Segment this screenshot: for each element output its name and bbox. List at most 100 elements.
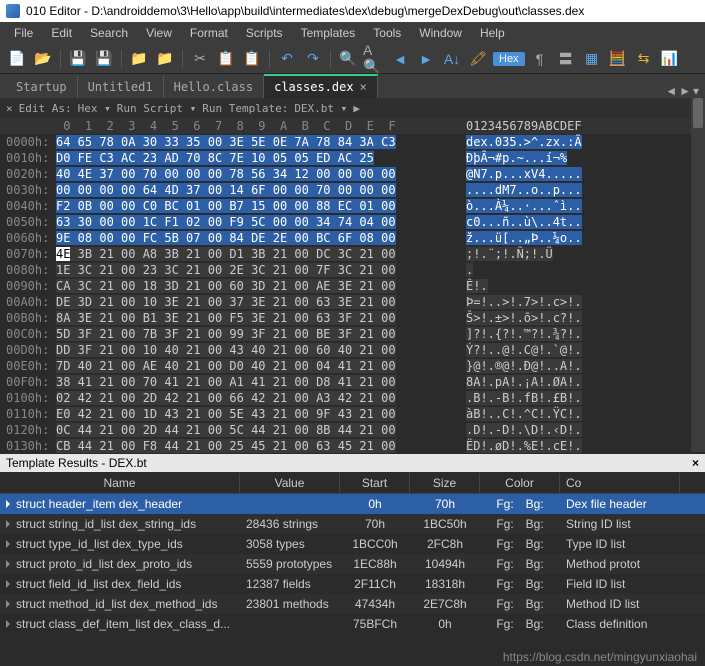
open-icon[interactable]: 📂 <box>32 48 54 70</box>
edit-as-value[interactable]: Hex ▾ <box>78 102 111 115</box>
result-row[interactable]: struct proto_id_list dex_proto_ids5559 p… <box>0 554 705 574</box>
run-template-icon[interactable]: ▶ <box>353 102 360 115</box>
run-script-label[interactable]: Run Script ▾ <box>117 102 196 115</box>
hist-icon[interactable]: 📊 <box>659 48 681 70</box>
hex-row[interactable]: 0120h:0C 44 21 00 2D 44 21 00 5C 44 21 0… <box>0 422 705 438</box>
col-name[interactable]: Name <box>0 473 240 493</box>
tab-prev-icon[interactable]: ◄ <box>665 84 677 98</box>
folder-icon[interactable]: 📁 <box>128 48 150 70</box>
hex-row[interactable]: 0050h:63 30 00 00 1C F1 02 00 F9 5C 00 0… <box>0 214 705 230</box>
expand-icon[interactable] <box>6 540 10 548</box>
result-row[interactable]: struct type_id_list dex_type_ids3058 typ… <box>0 534 705 554</box>
hex-row[interactable]: 0130h:CB 44 21 00 F8 44 21 00 25 45 21 0… <box>0 438 705 454</box>
find-big-icon[interactable]: A🔍 <box>363 48 385 70</box>
tab-startup[interactable]: Startup <box>6 76 78 98</box>
expand-icon[interactable] <box>6 600 10 608</box>
highlight-icon[interactable]: 🖍 <box>467 48 489 70</box>
tab-hello-class[interactable]: Hello.class <box>164 76 264 98</box>
close-results-icon[interactable]: × <box>692 456 699 470</box>
scrollbar[interactable] <box>691 96 705 452</box>
menu-tools[interactable]: Tools <box>365 24 409 42</box>
redo-icon[interactable]: ↷ <box>302 48 324 70</box>
col-comment[interactable]: Co <box>560 473 680 493</box>
hex-row[interactable]: 0080h:1E 3C 21 00 23 3C 21 00 2E 3C 21 0… <box>0 262 705 278</box>
result-row[interactable]: struct string_id_list dex_string_ids2843… <box>0 514 705 534</box>
save-all-icon[interactable]: 💾 <box>93 48 115 70</box>
col-value[interactable]: Value <box>240 473 340 493</box>
hex-row[interactable]: 00F0h:38 41 21 00 70 41 21 00 A1 41 21 0… <box>0 374 705 390</box>
hex-mode-badge[interactable]: Hex <box>493 52 525 66</box>
hex-view[interactable]: 0 1 2 3 4 5 6 7 8 9 A B C D E F 01234567… <box>0 118 705 454</box>
ascii-col-header: 0123456789ABCDEF <box>466 118 596 134</box>
hex-row[interactable]: 0020h:40 4E 37 00 70 00 00 00 78 56 34 1… <box>0 166 705 182</box>
col-size[interactable]: Size <box>410 473 480 493</box>
template-name[interactable]: DEX.bt ▾ <box>294 102 347 115</box>
close-panel-icon[interactable]: × <box>6 102 13 115</box>
results-column-header: Name Value Start Size Color Co <box>0 472 705 494</box>
hex-row[interactable]: 0040h:F2 0B 00 00 C0 BC 01 00 B7 15 00 0… <box>0 198 705 214</box>
menu-file[interactable]: File <box>6 24 41 42</box>
hex-row[interactable]: 0100h:02 42 21 00 2D 42 21 00 66 42 21 0… <box>0 390 705 406</box>
compare-icon[interactable]: ⇆ <box>633 48 655 70</box>
run-template-label: Run Template: <box>202 102 288 115</box>
hex-row[interactable]: 00E0h:7D 40 21 00 AE 40 21 00 D0 40 21 0… <box>0 358 705 374</box>
hex-row[interactable]: 0070h:4E 3B 21 00 A8 3B 21 00 D1 3B 21 0… <box>0 246 705 262</box>
menu-bar: File Edit Search View Format Scripts Tem… <box>0 22 705 44</box>
menu-search[interactable]: Search <box>82 24 136 42</box>
ruler-icon[interactable]: 〓 <box>555 48 577 70</box>
paste-icon[interactable]: 📋 <box>241 48 263 70</box>
hex-row[interactable]: 0030h:00 00 00 00 64 4D 37 00 14 6F 00 0… <box>0 182 705 198</box>
col-color[interactable]: Color <box>480 473 560 493</box>
menu-scripts[interactable]: Scripts <box>238 24 291 42</box>
app-logo-icon <box>6 4 20 18</box>
hex-row[interactable]: 00D0h:DD 3F 21 00 10 40 21 00 43 40 21 0… <box>0 342 705 358</box>
result-row[interactable]: struct field_id_list dex_field_ids12387 … <box>0 574 705 594</box>
menu-templates[interactable]: Templates <box>293 24 364 42</box>
hex-row[interactable]: 00A0h:DE 3D 21 00 10 3E 21 00 37 3E 21 0… <box>0 294 705 310</box>
close-icon[interactable]: × <box>360 80 367 94</box>
hex-row[interactable]: 0000h:64 65 78 0A 30 33 35 00 3E 5E 0E 7… <box>0 134 705 150</box>
save-icon[interactable]: 💾 <box>67 48 89 70</box>
prev-icon[interactable]: ◄ <box>389 48 411 70</box>
scroll-thumb[interactable] <box>693 98 703 128</box>
folder2-icon[interactable]: 📁 <box>154 48 176 70</box>
next-icon[interactable]: ► <box>415 48 437 70</box>
expand-icon[interactable] <box>6 520 10 528</box>
tab-next-icon[interactable]: ► <box>679 84 691 98</box>
expand-icon[interactable] <box>6 580 10 588</box>
expand-icon[interactable] <box>6 560 10 568</box>
result-row[interactable]: struct method_id_list dex_method_ids2380… <box>0 594 705 614</box>
para-icon[interactable]: ¶ <box>529 48 551 70</box>
template-results: Name Value Start Size Color Co struct he… <box>0 472 705 634</box>
replace-icon[interactable]: A↓ <box>441 48 463 70</box>
tab-classes-dex[interactable]: classes.dex× <box>264 74 378 98</box>
result-row[interactable]: struct class_def_item_list dex_class_d..… <box>0 614 705 634</box>
edit-sub-bar: × Edit As: Hex ▾ Run Script ▾ Run Templa… <box>0 98 705 118</box>
undo-icon[interactable]: ↶ <box>276 48 298 70</box>
hex-col-header: 0 1 2 3 4 5 6 7 8 9 A B C D E F <box>56 118 466 134</box>
menu-help[interactable]: Help <box>472 24 513 42</box>
menu-window[interactable]: Window <box>411 24 470 42</box>
menu-format[interactable]: Format <box>182 24 236 42</box>
copy-icon[interactable]: 📋 <box>215 48 237 70</box>
watermark: https://blog.csdn.net/mingyunxiaohai <box>503 650 697 664</box>
hex-row[interactable]: 0060h:9E 08 00 00 FC 5B 07 00 84 DE 2E 0… <box>0 230 705 246</box>
hex-row[interactable]: 00C0h:5D 3F 21 00 7B 3F 21 00 99 3F 21 0… <box>0 326 705 342</box>
toolbar: 📄 📂 💾 💾 📁 📁 ✂ 📋 📋 ↶ ↷ 🔍 A🔍 ◄ ► A↓ 🖍 Hex … <box>0 44 705 74</box>
hex-row[interactable]: 0090h:CA 3C 21 00 18 3D 21 00 60 3D 21 0… <box>0 278 705 294</box>
menu-view[interactable]: View <box>138 24 180 42</box>
calc-icon[interactable]: 🧮 <box>607 48 629 70</box>
tab-untitled1[interactable]: Untitled1 <box>78 76 164 98</box>
expand-icon[interactable] <box>6 620 10 628</box>
menu-edit[interactable]: Edit <box>43 24 80 42</box>
expand-icon[interactable] <box>6 500 10 508</box>
result-row[interactable]: struct header_item dex_header0h70hFg:Bg:… <box>0 494 705 514</box>
find-icon[interactable]: 🔍 <box>337 48 359 70</box>
new-icon[interactable]: 📄 <box>6 48 28 70</box>
col-start[interactable]: Start <box>340 473 410 493</box>
hex-row[interactable]: 0110h:E0 42 21 00 1D 43 21 00 5E 43 21 0… <box>0 406 705 422</box>
hex-row[interactable]: 0010h:D0 FE C3 AC 23 AD 70 8C 7E 10 05 0… <box>0 150 705 166</box>
grid-icon[interactable]: ▦ <box>581 48 603 70</box>
hex-row[interactable]: 00B0h:8A 3E 21 00 B1 3E 21 00 F5 3E 21 0… <box>0 310 705 326</box>
cut-icon[interactable]: ✂ <box>189 48 211 70</box>
